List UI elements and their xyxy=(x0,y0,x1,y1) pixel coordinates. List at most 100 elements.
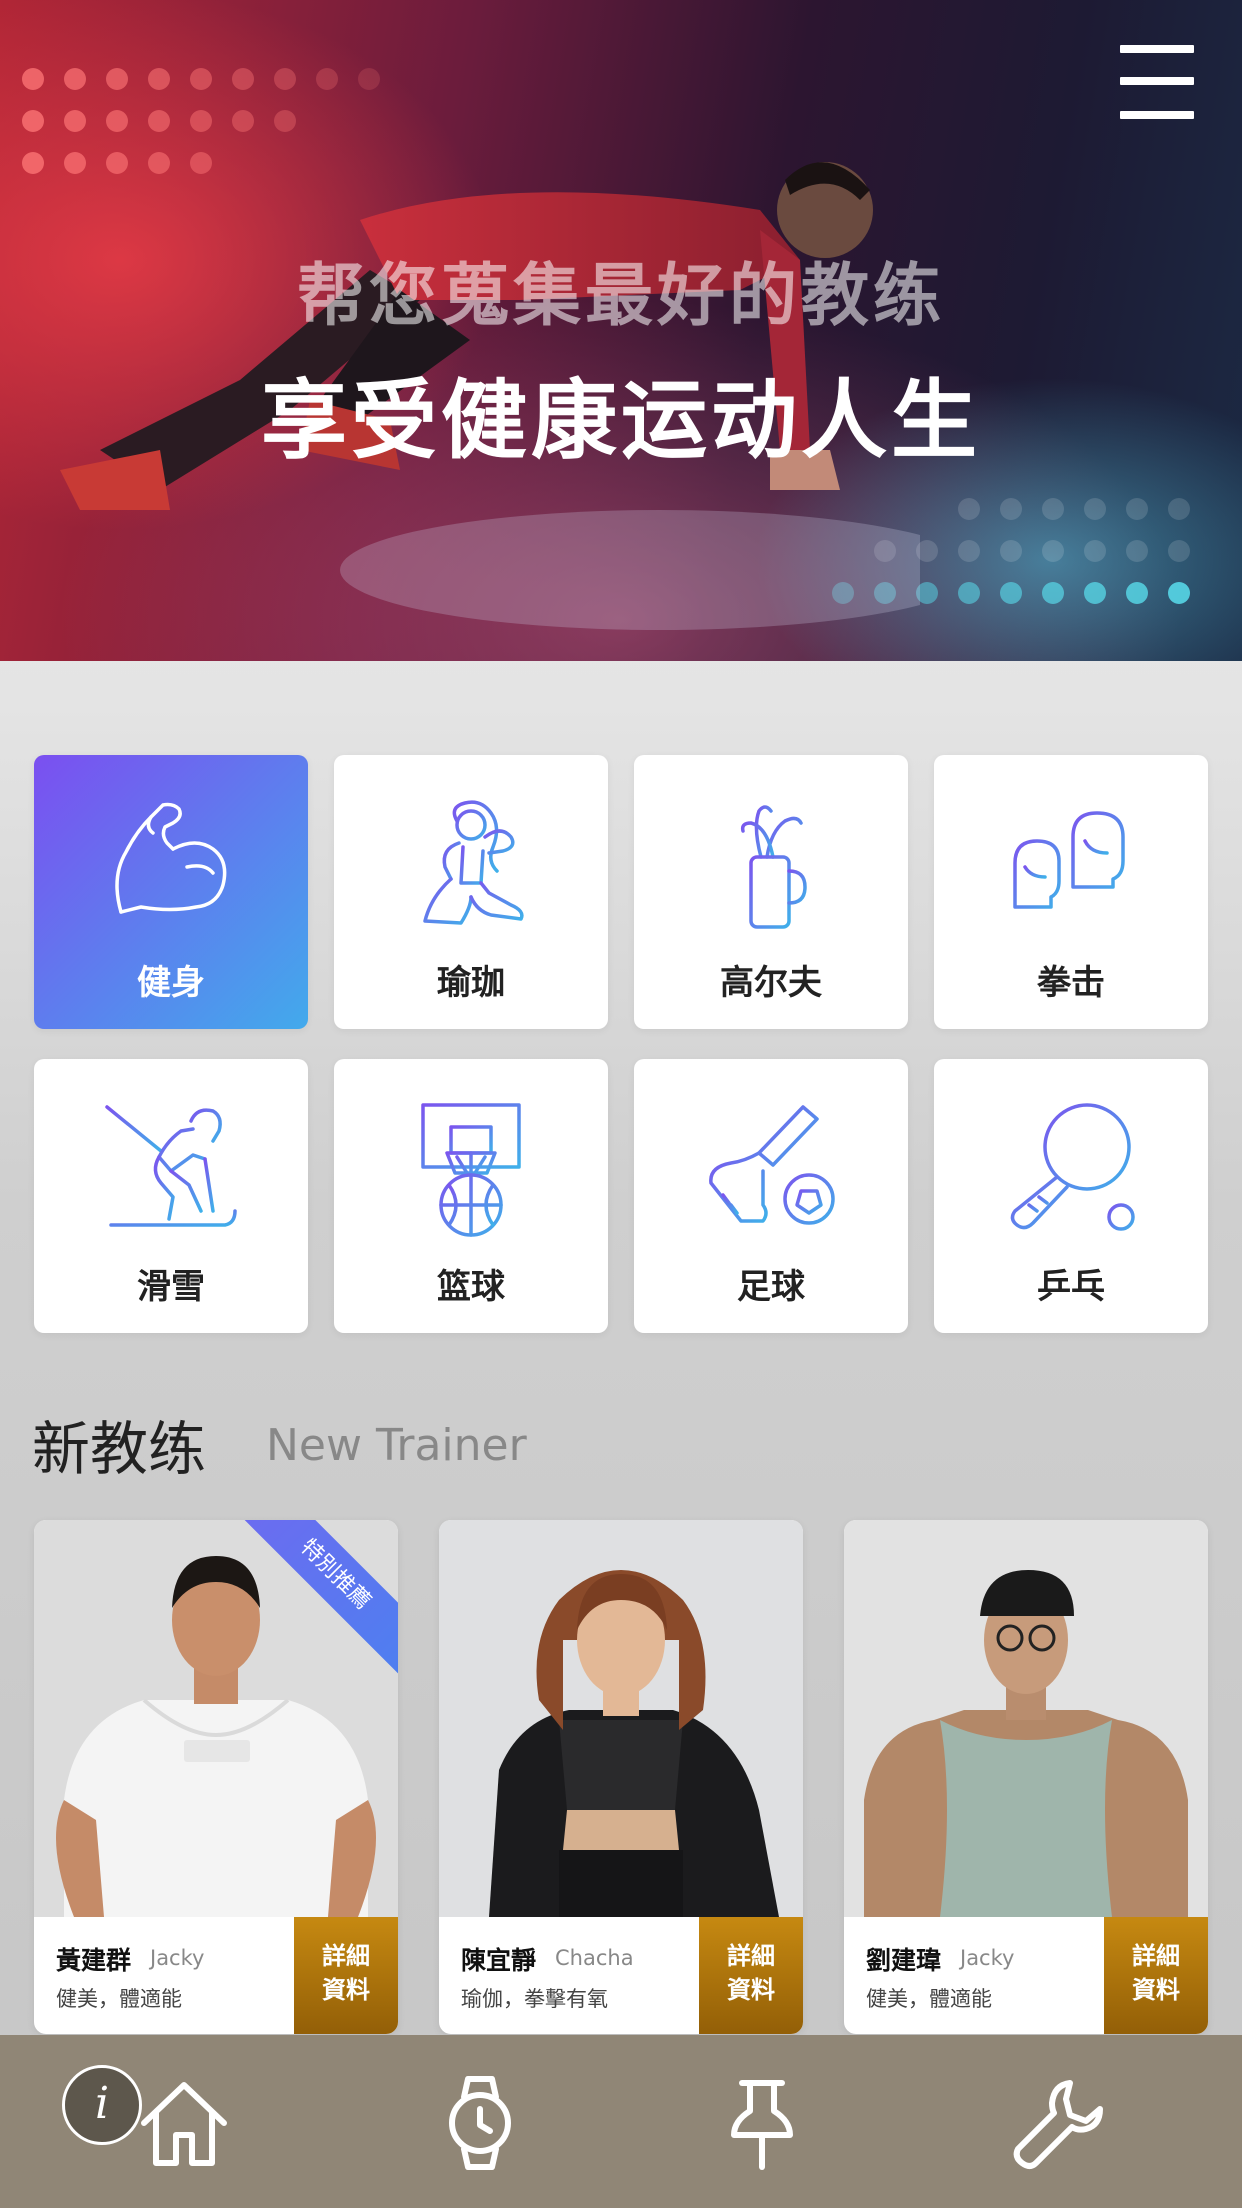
decor-dot xyxy=(106,110,128,132)
category-label: 拳击 xyxy=(1037,963,1105,1003)
category-label: 高尔夫 xyxy=(720,963,822,1003)
decor-dot xyxy=(232,110,254,132)
decor-dot xyxy=(190,110,212,132)
decor-dot xyxy=(64,110,86,132)
nav-pin[interactable] xyxy=(714,2075,810,2171)
yoga-pose-icon xyxy=(423,800,524,925)
bottom-navigation: i xyxy=(0,2035,1242,2208)
hero-title: 享受健康运动人生 xyxy=(261,371,981,471)
trainer-name: 黃建群 xyxy=(56,1946,132,1975)
decor-dot xyxy=(958,498,980,520)
hero-subtitle: 帮您蒐集最好的教练 xyxy=(296,257,945,336)
decor-dot xyxy=(1084,498,1106,520)
decor-dot xyxy=(1168,582,1190,604)
detail-label-line2: 資料 xyxy=(727,1976,775,2004)
detail-label-line2: 資料 xyxy=(1132,1976,1180,2004)
trainer-photo xyxy=(844,1520,1208,1917)
category-skiing[interactable]: 滑雪 xyxy=(34,1059,308,1333)
ping-pong-paddle-icon xyxy=(1010,1103,1135,1231)
trainer-info: 黃建群 Jacky 健美，體適能 詳細 資料 xyxy=(34,1917,398,2034)
decor-dot xyxy=(1000,582,1022,604)
decor-dot xyxy=(232,68,254,90)
category-yoga[interactable]: 瑜珈 xyxy=(334,755,608,1029)
hero-banner: 帮您蒐集最好的教练 享受健康运动人生 xyxy=(0,0,1242,661)
detail-label-line1: 詳細 xyxy=(727,1942,775,1970)
detail-button[interactable]: 詳細 資料 xyxy=(699,1917,803,2034)
trainer-specialties: 瑜伽，拳擊有氧 xyxy=(461,1987,608,2011)
home-icon xyxy=(141,2082,227,2166)
decor-dot xyxy=(106,68,128,90)
decor-dot xyxy=(1084,540,1106,562)
category-boxing[interactable]: 拳击 xyxy=(934,755,1208,1029)
trainer-english-name: Jacky xyxy=(150,1946,205,1970)
boxing-gloves-icon xyxy=(1013,811,1125,909)
category-basketball[interactable]: 篮球 xyxy=(334,1059,608,1333)
info-button[interactable]: i xyxy=(62,2065,142,2145)
decor-dot xyxy=(1000,498,1022,520)
section-subtitle: New Trainer xyxy=(266,1420,527,1471)
decor-dot xyxy=(958,582,980,604)
trainer-specialties: 健美，體適能 xyxy=(866,1987,992,2011)
detail-button[interactable]: 詳細 資料 xyxy=(294,1917,398,2034)
basketball-hoop-icon xyxy=(421,1103,521,1237)
decor-dot xyxy=(148,110,170,132)
decor-dot xyxy=(1126,540,1148,562)
category-label: 健身 xyxy=(137,963,205,1003)
decor-dot xyxy=(64,68,86,90)
trainer-specialties: 健美，體適能 xyxy=(56,1987,182,2011)
detail-button[interactable]: 詳細 資料 xyxy=(1104,1917,1208,2034)
decor-dot xyxy=(190,68,212,90)
decor-dot xyxy=(1126,498,1148,520)
trainer-info: 劉建瑋 Jacky 健美，體適能 詳細 資料 xyxy=(844,1917,1208,2034)
category-label: 瑜珈 xyxy=(437,963,505,1003)
detail-label-line1: 詳細 xyxy=(1132,1942,1180,1970)
decor-dot xyxy=(1042,498,1064,520)
decor-dot xyxy=(22,110,44,132)
pin-icon xyxy=(731,2080,793,2170)
wrench-icon xyxy=(1013,2080,1103,2169)
decor-dot xyxy=(148,68,170,90)
decor-dot xyxy=(1000,540,1022,562)
category-label: 足球 xyxy=(737,1267,805,1307)
trainer-card[interactable]: 特別推薦 黃建群 Jacky 健美，體適能 詳細 資料 xyxy=(34,1520,398,2034)
trainer-english-name: Chacha xyxy=(555,1946,634,1970)
section-title: 新教练 xyxy=(32,1415,207,1483)
decor-dot xyxy=(274,68,296,90)
decor-dot xyxy=(1042,540,1064,562)
category-fitness[interactable]: 健身 xyxy=(34,755,308,1029)
decor-dot xyxy=(316,68,338,90)
decor-dot xyxy=(1168,498,1190,520)
trainer-english-name: Jacky xyxy=(960,1946,1015,1970)
skier-icon xyxy=(105,1105,237,1227)
trainer-name: 劉建瑋 xyxy=(866,1946,942,1975)
decor-dot xyxy=(358,68,380,90)
nav-watch[interactable] xyxy=(432,2075,528,2171)
category-label: 篮球 xyxy=(437,1267,505,1307)
trainer-photo xyxy=(439,1520,803,1917)
trainer-info: 陳宜靜 Chacha 瑜伽，拳擊有氧 詳細 資料 xyxy=(439,1917,803,2034)
decor-dot xyxy=(1084,582,1106,604)
nav-home[interactable] xyxy=(136,2075,232,2171)
decor-dot xyxy=(958,540,980,562)
category-soccer[interactable]: 足球 xyxy=(634,1059,908,1333)
decor-dot xyxy=(1126,582,1148,604)
nav-settings[interactable] xyxy=(1010,2075,1106,2171)
category-ping-pong[interactable]: 乒乓 xyxy=(934,1059,1208,1333)
golf-bag-icon xyxy=(740,805,807,929)
decor-dot xyxy=(1168,540,1190,562)
hamburger-menu-icon[interactable] xyxy=(1120,45,1194,119)
decor-dot xyxy=(274,110,296,132)
soccer-kick-icon xyxy=(709,1105,835,1225)
category-label: 滑雪 xyxy=(137,1267,205,1307)
trainer-name: 陳宜靜 xyxy=(461,1946,537,1975)
trainer-card[interactable]: 劉建瑋 Jacky 健美，體適能 詳細 資料 xyxy=(844,1520,1208,2034)
decor-dot xyxy=(1042,582,1064,604)
category-golf[interactable]: 高尔夫 xyxy=(634,755,908,1029)
trainer-card[interactable]: 陳宜靜 Chacha 瑜伽，拳擊有氧 詳細 資料 xyxy=(439,1520,803,2034)
flexed-arm-icon xyxy=(115,802,227,914)
detail-label-line1: 詳細 xyxy=(322,1942,370,1970)
detail-label-line2: 資料 xyxy=(322,1976,370,2004)
decor-dot xyxy=(22,68,44,90)
smartwatch-icon xyxy=(449,2076,511,2170)
category-label: 乒乓 xyxy=(1037,1267,1105,1307)
